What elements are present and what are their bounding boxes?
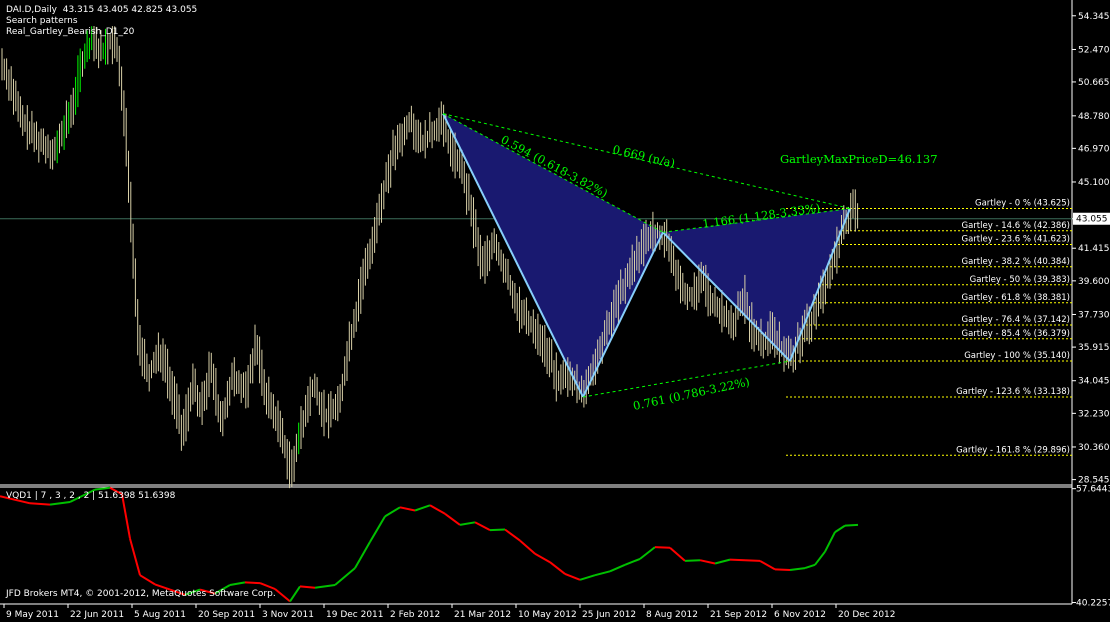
vqd-line-segment bbox=[444, 512, 461, 526]
vqd-line-segment bbox=[814, 551, 826, 566]
vqd-line-segment bbox=[744, 559, 761, 562]
vqd-line-segment bbox=[474, 521, 491, 531]
fib-level-label: Gartley - 161.8 % (29.896) bbox=[956, 445, 1070, 455]
vqd-line-segment bbox=[139, 574, 156, 586]
vqd-line-segment bbox=[729, 558, 746, 562]
fib-level-label: Gartley - 38.2 % (40.384) bbox=[962, 257, 1071, 267]
vqd-line-segment bbox=[289, 585, 301, 602]
time-tick-label: 10 May 2012 bbox=[518, 610, 577, 620]
time-tick-label: 20 Dec 2012 bbox=[838, 610, 896, 620]
vqd-line-segment bbox=[489, 528, 506, 532]
price-tick-label: 30.360 bbox=[1078, 443, 1110, 453]
time-tick-label: 2 Feb 2012 bbox=[390, 610, 440, 620]
vqd-line-segment bbox=[244, 581, 261, 585]
vqd-line-segment bbox=[399, 506, 416, 512]
price-tick-label: 34.045 bbox=[1078, 377, 1110, 387]
price-tick-label: 32.230 bbox=[1078, 409, 1110, 419]
fib-level-label: Gartley - 61.8 % (38.381) bbox=[962, 293, 1071, 303]
vqd-line-segment bbox=[579, 574, 596, 581]
copyright-label: JFD Brokers MT4, © 2001-2012, MetaQuotes… bbox=[6, 589, 276, 599]
time-tick-label: 21 Sep 2012 bbox=[710, 610, 767, 620]
vqd-line-segment bbox=[684, 559, 701, 562]
price-tick-label: 41.415 bbox=[1078, 244, 1110, 254]
vqd-line-segment bbox=[504, 528, 521, 542]
price-tick-label: 35.915 bbox=[1078, 343, 1110, 353]
time-tick-label: 8 Aug 2012 bbox=[646, 610, 698, 620]
vqd-line-segment bbox=[624, 557, 641, 566]
vqd-line-segment bbox=[94, 486, 111, 491]
vqd-line-segment bbox=[844, 523, 859, 527]
price-tick-label: 45.100 bbox=[1078, 178, 1110, 188]
vqd-line-segment bbox=[594, 570, 611, 577]
vqd-line-segment bbox=[714, 558, 731, 565]
vqd-line-segment bbox=[654, 546, 671, 549]
vqd-line-segment bbox=[29, 502, 51, 506]
vqd-line-segment bbox=[639, 546, 656, 560]
fib-level-label: Gartley - 23.6 % (41.623) bbox=[962, 234, 1071, 244]
fib-level-label: Gartley - 123.6 % (33.138) bbox=[956, 387, 1070, 397]
vqd-line-segment bbox=[299, 585, 316, 589]
vqd-line-segment bbox=[459, 521, 476, 526]
current-price-label: 43.055 bbox=[1076, 215, 1108, 225]
vqd-line-segment bbox=[834, 524, 846, 533]
vqd-line-segment bbox=[129, 538, 141, 576]
price-tick-label: 39.600 bbox=[1078, 277, 1110, 287]
indicator-tick-label: 57.6443 bbox=[1076, 485, 1110, 495]
time-tick-label: 25 Jun 2012 bbox=[582, 610, 636, 620]
vqd-line-segment bbox=[274, 588, 291, 603]
vqd-line-segment bbox=[824, 531, 836, 553]
pattern-name-label: Real_Gartley_Bearish_D1_20 bbox=[6, 27, 135, 37]
vqd-indicator-label: VQD1 | 7 , 3 , 2 , 2 | 51.6398 51.6398 bbox=[6, 491, 176, 501]
fib-level-label: Gartley - 14.6 % (42.386) bbox=[962, 221, 1071, 231]
chart-symbol-header: DAI.D,Daily 43.315 43.405 42.825 43.055 bbox=[6, 5, 198, 15]
price-tick-label: 50.665 bbox=[1078, 78, 1110, 88]
vqd-line-segment bbox=[384, 506, 401, 518]
vqd-line-segment bbox=[759, 560, 776, 571]
price-tick-label: 52.470 bbox=[1078, 45, 1110, 55]
vqd-line-segment bbox=[609, 563, 626, 573]
price-tick-label: 54.345 bbox=[1078, 12, 1110, 22]
vqd-line-segment bbox=[774, 568, 791, 571]
gartley-max-price-label: GartleyMaxPriceD=46.137 bbox=[780, 152, 938, 166]
vqd-line-segment bbox=[804, 563, 816, 570]
vqd-line-segment bbox=[429, 504, 446, 515]
vqd-line-segment bbox=[519, 539, 536, 555]
fib-level-label: Gartley - 50 % (39.383) bbox=[970, 275, 1070, 285]
indicator-tick-label: 40.2257 bbox=[1076, 599, 1110, 609]
vqd-line-segment bbox=[229, 581, 246, 586]
fib-level-label: Gartley - 0 % (43.625) bbox=[975, 198, 1070, 208]
ratio-label-ac: 0.761 (0.786-3.22%) bbox=[632, 375, 751, 413]
time-tick-label: 21 Mar 2012 bbox=[454, 610, 511, 620]
vqd-line-segment bbox=[49, 501, 71, 506]
price-tick-label: 48.780 bbox=[1078, 112, 1110, 122]
indicator-name-label: Search patterns bbox=[6, 16, 78, 26]
fib-level-label: Gartley - 100 % (35.140) bbox=[964, 351, 1070, 361]
vqd-line-segment bbox=[549, 561, 566, 575]
fib-level-label: Gartley - 85.4 % (36.379) bbox=[962, 329, 1071, 339]
time-tick-label: 6 Nov 2012 bbox=[774, 610, 826, 620]
vqd-line-segment bbox=[354, 541, 371, 569]
vqd-line-segment bbox=[564, 572, 581, 581]
time-tick-label: 22 Jun 2011 bbox=[70, 610, 124, 620]
vqd-line-segment bbox=[334, 567, 356, 586]
vqd-line-segment bbox=[789, 567, 806, 571]
time-tick-label: 20 Sep 2011 bbox=[198, 610, 255, 620]
time-tick-label: 5 Aug 2011 bbox=[134, 610, 186, 620]
vqd-line-segment bbox=[669, 547, 686, 562]
fib-level-label: Gartley - 76.4 % (37.142) bbox=[962, 315, 1071, 325]
vqd-line-segment bbox=[314, 584, 336, 589]
vqd-line-segment bbox=[414, 504, 431, 512]
vqd-line-segment bbox=[534, 552, 551, 564]
time-tick-label: 3 Nov 2011 bbox=[262, 610, 314, 620]
price-tick-label: 37.730 bbox=[1078, 310, 1110, 320]
time-tick-label: 9 May 2011 bbox=[6, 610, 59, 620]
price-tick-label: 46.970 bbox=[1078, 144, 1110, 154]
price-chart[interactable]: 54.345 52.470 50.665 48.780 46.970 45.100 41.4… bbox=[0, 0, 1110, 622]
vqd-line-segment bbox=[699, 559, 716, 565]
ratio-label-xd: 0.669 (n/a) bbox=[611, 142, 676, 170]
time-tick-label: 19 Dec 2011 bbox=[326, 610, 384, 620]
vqd-line-segment bbox=[369, 515, 386, 543]
